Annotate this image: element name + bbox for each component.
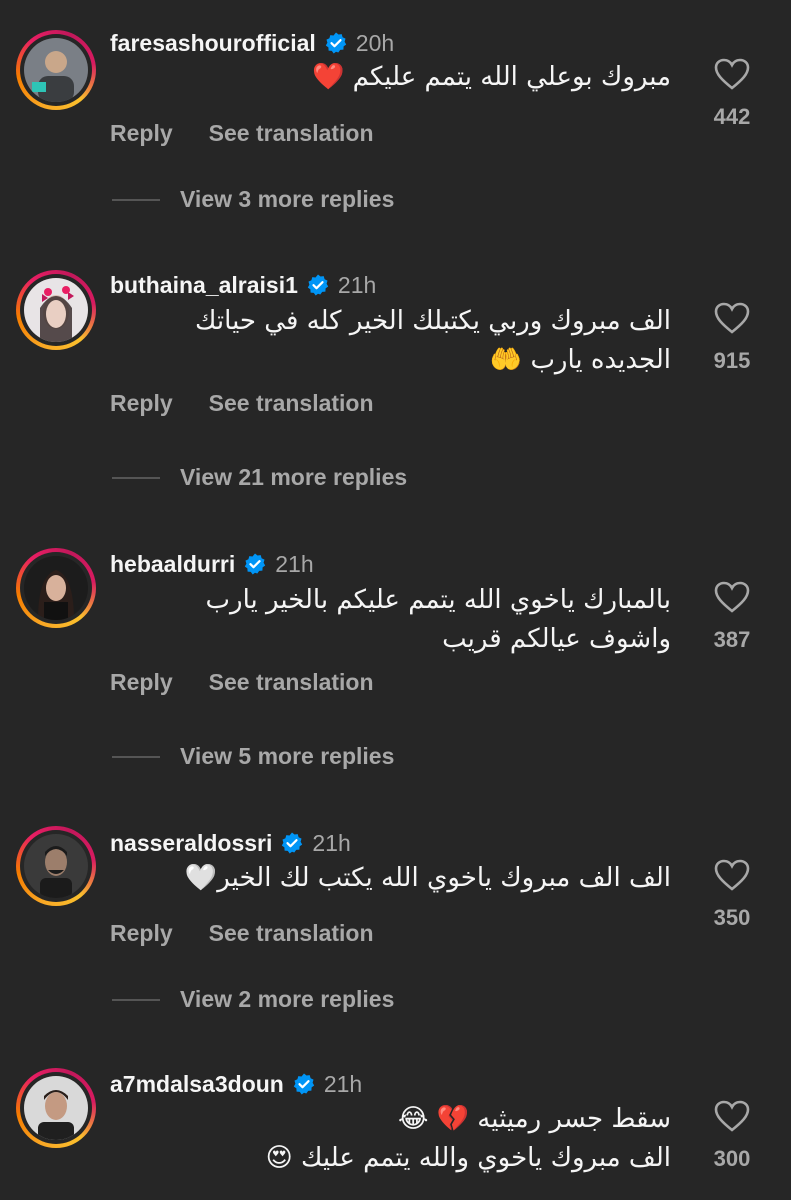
view-replies-label[interactable]: View 2 more replies <box>180 986 394 1013</box>
comment-line: الف مبروك ياخوي والله يتمم عليك 😍 <box>265 1143 671 1173</box>
comment-header: buthaina_alraisi1 21h <box>110 268 376 302</box>
view-replies-button[interactable]: View 5 more replies <box>112 743 394 770</box>
comment-line: مبروك بوعلي الله يتمم عليكم ❤️ <box>312 62 671 92</box>
see-translation-button[interactable]: See translation <box>209 120 374 147</box>
like-count: 300 <box>713 1146 751 1171</box>
timestamp: 20h <box>355 29 395 56</box>
verified-badge-icon <box>280 831 304 855</box>
reply-button[interactable]: Reply <box>110 390 173 417</box>
comment-actions: Reply See translation <box>110 669 374 696</box>
view-replies-label[interactable]: View 3 more replies <box>180 186 394 213</box>
like-count: 442 <box>713 104 751 129</box>
like-count: 350 <box>713 905 751 930</box>
verified-badge-icon <box>324 31 348 55</box>
view-replies-label[interactable]: View 21 more replies <box>180 464 407 491</box>
comment-actions: Reply See translation <box>110 920 374 947</box>
heart-outline-icon[interactable] <box>700 302 764 334</box>
comment-text: سقط جسر رميثيه 💔 😂 الف مبروك ياخوي والله… <box>111 1100 671 1178</box>
heart-outline-icon[interactable] <box>700 581 764 613</box>
replies-divider <box>112 198 160 201</box>
verified-badge-icon <box>243 552 267 576</box>
view-replies-button[interactable]: View 3 more replies <box>112 186 394 213</box>
timestamp: 21h <box>312 829 351 856</box>
like-area: 387 <box>700 581 764 653</box>
comment-actions: Reply See translation <box>110 390 374 417</box>
username[interactable]: faresashourofficial <box>110 30 316 57</box>
timestamp: 21h <box>323 1070 363 1097</box>
comment-header: faresashourofficial 20h <box>110 26 394 60</box>
verified-badge-icon <box>292 1072 316 1096</box>
comment-text: مبروك بوعلي الله يتمم عليكم ❤️ <box>111 58 671 97</box>
comment-header: a7mdalsa3doun 21h <box>110 1067 362 1101</box>
comment-line: سقط جسر رميثيه 💔 😂 <box>398 1104 671 1134</box>
username[interactable]: buthaina_alraisi1 <box>110 272 298 299</box>
like-area: 915 <box>700 302 764 374</box>
username[interactable]: a7mdalsa3doun <box>110 1071 284 1098</box>
avatar[interactable] <box>16 826 96 906</box>
avatar[interactable] <box>16 1068 96 1148</box>
see-translation-button[interactable]: See translation <box>209 669 374 696</box>
see-translation-button[interactable]: See translation <box>209 390 374 417</box>
comment-line: الجديده يارب 🤲 <box>489 345 671 375</box>
replies-divider <box>112 755 160 758</box>
reply-button[interactable]: Reply <box>110 920 173 947</box>
verified-badge-icon <box>306 273 330 297</box>
comment-line: بالمبارك ياخوي الله يتمم عليكم بالخير يا… <box>205 585 671 615</box>
heart-outline-icon[interactable] <box>700 58 764 90</box>
comment-text: بالمبارك ياخوي الله يتمم عليكم بالخير يا… <box>111 581 671 659</box>
like-count: 387 <box>713 627 751 652</box>
comment-header: nasseraldossri 21h <box>110 826 351 860</box>
username[interactable]: hebaaldurri <box>110 551 235 578</box>
view-replies-button[interactable]: View 21 more replies <box>112 464 407 491</box>
heart-outline-icon[interactable] <box>700 1100 764 1132</box>
reply-button[interactable]: Reply <box>110 120 173 147</box>
username[interactable]: nasseraldossri <box>110 830 272 857</box>
like-area: 442 <box>700 58 764 130</box>
reply-button[interactable]: Reply <box>110 669 173 696</box>
like-area: 300 <box>700 1100 764 1172</box>
replies-divider <box>112 476 160 479</box>
timestamp: 21h <box>337 271 377 298</box>
timestamp: 21h <box>275 550 314 577</box>
replies-divider <box>112 998 160 1001</box>
comment-line: الف الف مبروك ياخوي الله يكتب لك الخير🤍 <box>184 863 671 893</box>
comment-text: الف مبروك وربي يكتبلك الخير كله في حياتك… <box>111 302 671 380</box>
avatar[interactable] <box>16 30 96 110</box>
see-translation-button[interactable]: See translation <box>209 920 374 947</box>
comment-text: الف الف مبروك ياخوي الله يكتب لك الخير🤍 <box>111 859 671 898</box>
comment-header: hebaaldurri 21h <box>110 547 314 581</box>
view-replies-label[interactable]: View 5 more replies <box>180 743 394 770</box>
comment-actions: Reply See translation <box>110 120 374 147</box>
like-area: 350 <box>700 859 764 931</box>
comment-line: الف مبروك وربي يكتبلك الخير كله في حياتك <box>195 306 671 336</box>
like-count: 915 <box>713 348 751 373</box>
view-replies-button[interactable]: View 2 more replies <box>112 986 394 1013</box>
comment-line: واشوف عيالكم قريب <box>442 624 671 654</box>
avatar[interactable] <box>16 548 96 628</box>
avatar[interactable] <box>16 270 96 350</box>
heart-outline-icon[interactable] <box>700 859 764 891</box>
